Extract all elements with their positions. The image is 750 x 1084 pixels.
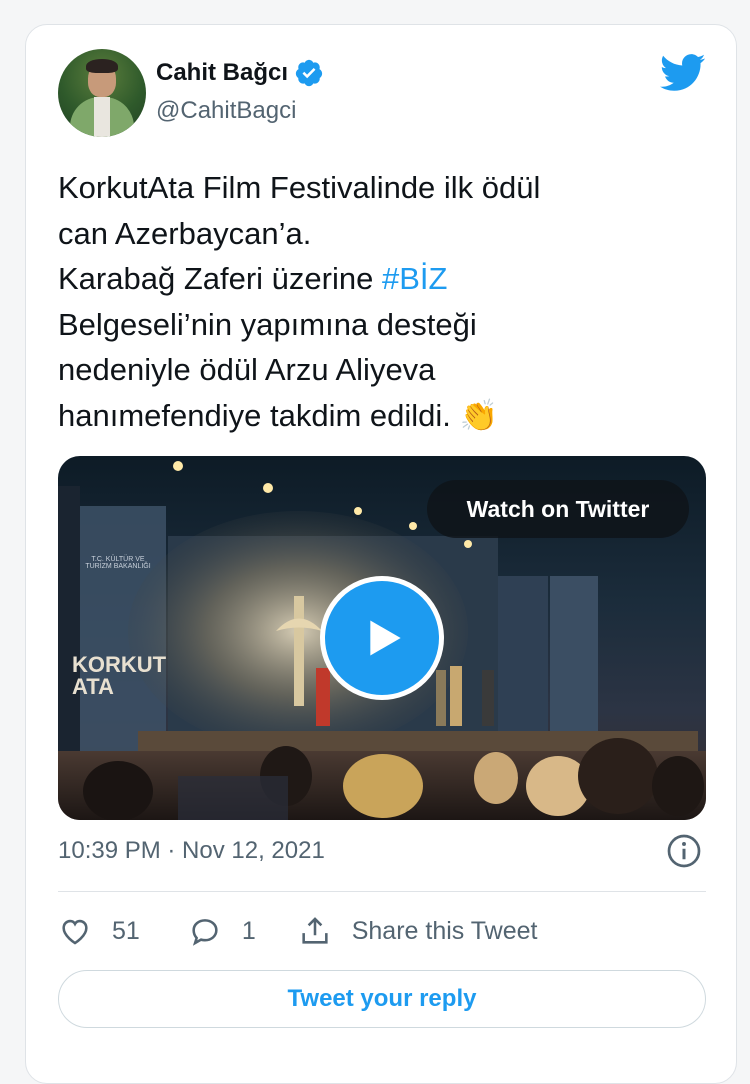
hashtag-link[interactable]: #BİZ xyxy=(382,261,447,296)
divider xyxy=(58,891,706,892)
share-label: Share this Tweet xyxy=(351,916,538,945)
author-name[interactable]: Cahit Bağcı xyxy=(156,58,324,88)
tweet-line-6: hanımefendiye takdim edildi. 👏 xyxy=(58,397,499,433)
reply-count-button[interactable]: 1 xyxy=(188,914,256,948)
twitter-logo-icon[interactable] xyxy=(660,53,706,93)
tweet-timestamp[interactable]: 10:39 PM · Nov 12, 2021 xyxy=(58,837,325,865)
tweet-text: KorkutAta Film Festivalinde ilk ödül can… xyxy=(58,165,698,438)
watch-on-twitter-button[interactable]: Watch on Twitter xyxy=(427,480,689,538)
tweet-line-2: can Azerbaycan’a. xyxy=(58,215,312,251)
share-icon xyxy=(302,917,328,944)
verified-badge-icon xyxy=(295,59,323,87)
tweet-actions: 51 1 Share this Tweet xyxy=(58,911,706,951)
info-icon[interactable] xyxy=(666,833,702,869)
author-name-text: Cahit Bağcı xyxy=(156,59,289,86)
tweet-card: Cahit Bağcı @CahitBagci KorkutAta Film F… xyxy=(25,24,737,1084)
like-button[interactable]: 51 xyxy=(58,914,140,948)
like-count: 51 xyxy=(112,916,140,945)
stage-logo-text-1: KORKUT xyxy=(72,652,167,677)
heart-icon xyxy=(62,919,88,945)
author-handle[interactable]: @CahitBagci xyxy=(156,97,296,125)
avatar[interactable] xyxy=(58,49,146,137)
tweet-line-3-text: Karabağ Zaferi üzerine xyxy=(58,261,382,296)
tweet-line-1: KorkutAta Film Festivalinde ilk ödül xyxy=(58,170,541,205)
comment-icon xyxy=(192,919,218,946)
share-button[interactable]: Share this Tweet xyxy=(298,914,538,948)
stage-logo-text-2: ATA xyxy=(72,674,114,699)
tweet-your-reply-button[interactable]: Tweet your reply xyxy=(58,970,706,1028)
video-thumbnail[interactable]: KORKUT ATA T.C. KÜLTÜR VE TURİZM BAKANLI… xyxy=(58,456,706,820)
play-icon xyxy=(370,620,401,656)
tweet-meta: 10:39 PM · Nov 12, 2021 xyxy=(58,834,706,868)
tweet-line-4: Belgeseli’nin yapımına desteği xyxy=(58,306,477,342)
stage-subtext: T.C. KÜLTÜR VE TURİZM BAKANLIĞI xyxy=(85,556,151,570)
reply-count: 1 xyxy=(241,916,256,945)
tweet-line-5: nedeniyle ödül Arzu Aliyeva xyxy=(58,352,436,387)
tweet-line-3: Karabağ Zaferi üzerine #BİZ xyxy=(58,256,698,302)
play-button[interactable] xyxy=(320,576,444,700)
